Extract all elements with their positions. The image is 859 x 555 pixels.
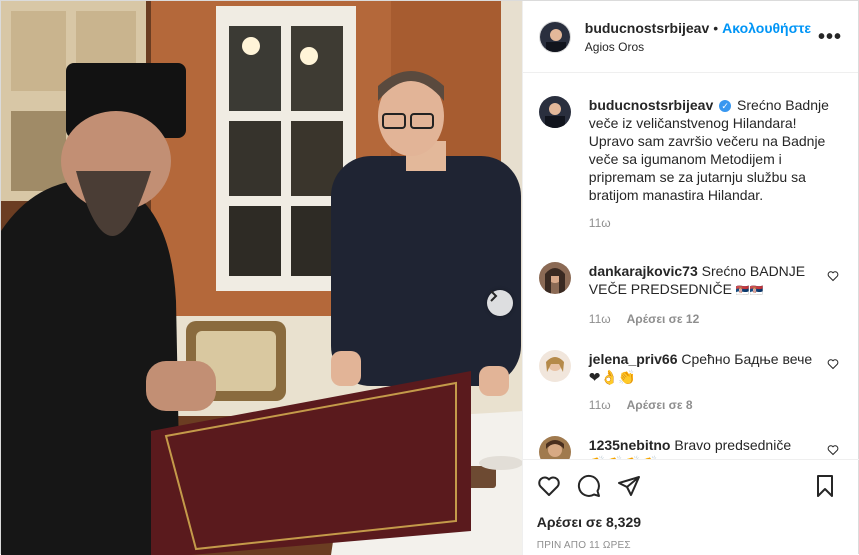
photo-scene bbox=[1, 1, 522, 555]
post-author-username[interactable]: buducnostsrbijeav bbox=[585, 20, 709, 36]
comment-emoji: 🇷🇸🇷🇸 bbox=[735, 285, 764, 297]
caption-username[interactable]: buducnostsrbijeav bbox=[589, 97, 713, 113]
post-side-panel: buducnostsrbijeav • Ακολουθήστε Agios Or… bbox=[522, 1, 859, 555]
avatar[interactable] bbox=[538, 350, 571, 382]
like-comment-icon[interactable] bbox=[827, 358, 839, 370]
avatar[interactable] bbox=[538, 20, 571, 53]
follow-button[interactable]: Ακολουθήστε bbox=[722, 20, 811, 36]
post-location[interactable]: Agios Oros bbox=[585, 40, 818, 54]
like-comment-icon[interactable] bbox=[827, 444, 839, 456]
caption: buducnostsrbijeav ✓ Srećno Badnje veče i… bbox=[538, 96, 843, 232]
instagram-post: buducnostsrbijeav • Ακολουθήστε Agios Or… bbox=[0, 0, 859, 555]
comment-time[interactable]: 11ω bbox=[589, 396, 611, 414]
post-photo[interactable] bbox=[1, 1, 523, 555]
likes-count[interactable]: Αρέσει σε 8,329 bbox=[537, 514, 845, 530]
comment-time[interactable]: 11ω bbox=[589, 310, 611, 328]
more-options-icon[interactable]: ••• bbox=[818, 27, 842, 47]
verified-badge-icon: ✓ bbox=[719, 100, 732, 113]
comment-text: Bravo predsedniče bbox=[674, 437, 792, 453]
next-image-button[interactable] bbox=[487, 290, 513, 316]
comment-username[interactable]: dankarajkovic73 bbox=[589, 263, 698, 279]
comment-likes[interactable]: Αρέσει σε 8 bbox=[627, 396, 693, 414]
avatar[interactable] bbox=[538, 262, 571, 294]
post-header: buducnostsrbijeav • Ακολουθήστε Agios Or… bbox=[522, 1, 858, 73]
comments-list[interactable]: buducnostsrbijeav ✓ Srećno Badnje veče i… bbox=[523, 74, 859, 459]
heart-icon[interactable] bbox=[537, 470, 569, 502]
comment-emoji: ❤👌👏 bbox=[588, 369, 636, 385]
caption-time[interactable]: 11ω bbox=[589, 214, 611, 232]
comment-username[interactable]: 1235nebitno bbox=[589, 437, 671, 453]
comment-username[interactable]: jelena_priv66 bbox=[589, 351, 678, 367]
comment-item: 1235nebitno Bravo predsedniče 👏👏👏👏❤❤❤❤ bbox=[538, 436, 843, 459]
post-actions: Αρέσει σε 8,329 ΠΡΙΝ ΑΠΟ 11 ΩΡΕΣ bbox=[522, 459, 859, 551]
avatar[interactable] bbox=[538, 96, 571, 128]
comment-likes[interactable]: Αρέσει σε 12 bbox=[627, 310, 700, 328]
comment-icon[interactable] bbox=[577, 470, 609, 502]
separator-dot: • bbox=[713, 19, 719, 36]
comment-text: Срећно Бадње вече bbox=[681, 351, 813, 367]
post-timestamp[interactable]: ΠΡΙΝ ΑΠΟ 11 ΩΡΕΣ bbox=[537, 540, 845, 551]
like-comment-icon[interactable] bbox=[827, 270, 839, 282]
share-icon[interactable] bbox=[617, 470, 649, 502]
avatar[interactable] bbox=[538, 436, 571, 459]
comment-item: dankarajkovic73 Srećno BADNJE VEČE PREDS… bbox=[538, 262, 843, 328]
save-icon[interactable] bbox=[813, 470, 845, 502]
chevron-right-icon bbox=[490, 290, 498, 302]
comment-item: jelena_priv66 Срећно Бадње вече ❤👌👏 11ω … bbox=[538, 350, 843, 414]
